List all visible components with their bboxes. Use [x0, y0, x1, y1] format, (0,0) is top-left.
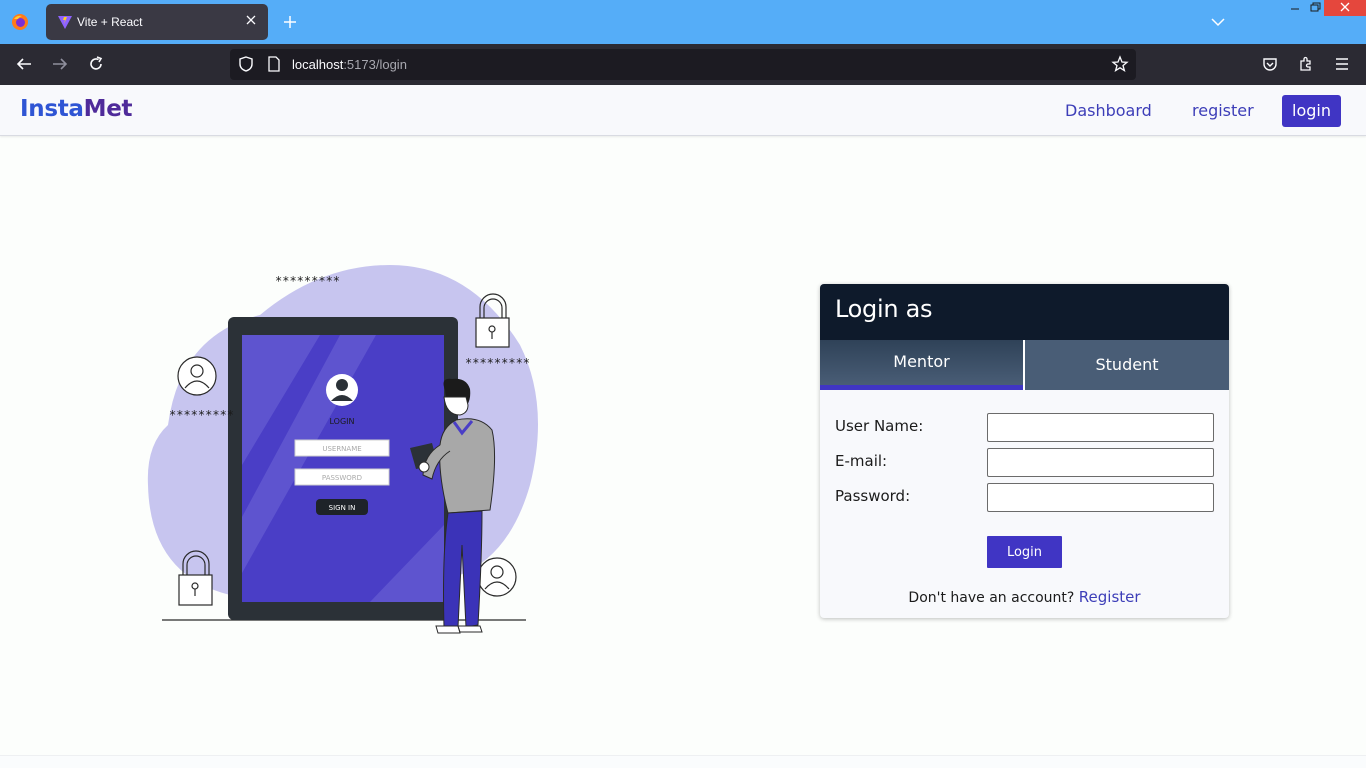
forward-arrow-icon[interactable] [51, 55, 69, 73]
nav-register-link[interactable]: register [1192, 101, 1254, 120]
card-title: Login as [835, 295, 933, 323]
login-illustration: LOGIN USERNAME PASSWORD SIGN IN ********… [147, 265, 539, 634]
mask-top: ********* [275, 274, 340, 288]
tab-mentor[interactable]: Mentor [820, 340, 1023, 390]
nav-login-button[interactable]: login [1282, 95, 1341, 127]
app-header [0, 85, 1366, 136]
page-icon[interactable] [265, 55, 283, 73]
menu-icon[interactable] [1333, 55, 1351, 73]
padlock-icon-top [475, 293, 510, 348]
chevron-down-icon[interactable] [1210, 14, 1226, 30]
new-tab-icon[interactable] [281, 13, 299, 31]
url-text: localhost:5173/login [292, 57, 407, 72]
vite-icon [58, 16, 72, 29]
extensions-icon[interactable] [1297, 55, 1315, 73]
screen-signin-button: SIGN IN [329, 504, 356, 512]
back-arrow-icon[interactable] [15, 55, 33, 73]
firefox-icon[interactable] [11, 13, 29, 31]
user-circle-icon-right [477, 557, 517, 597]
pocket-icon[interactable] [1261, 55, 1279, 73]
register-prompt-text: Don't have an account? [908, 590, 1075, 606]
user-circle-icon-left [177, 356, 217, 396]
nav-dashboard-link[interactable]: Dashboard [1065, 101, 1152, 120]
reload-icon[interactable] [87, 55, 105, 73]
shield-icon[interactable] [237, 55, 255, 73]
restore-window-icon[interactable] [1304, 0, 1326, 16]
email-input[interactable] [987, 448, 1214, 477]
close-window-icon[interactable] [1324, 0, 1366, 16]
bottom-strip [0, 755, 1366, 768]
card-header: Login as [820, 284, 1229, 340]
browser-tab-active[interactable]: Vite + React [46, 4, 268, 40]
register-prompt: Don't have an account? Register [820, 588, 1229, 606]
brand-part2: Met [83, 96, 133, 122]
tab-student[interactable]: Student [1025, 340, 1229, 390]
brand-part1: Insta [20, 96, 84, 122]
star-icon[interactable] [1111, 55, 1129, 73]
mask-right: ********* [465, 356, 530, 370]
screen-username-placeholder: USERNAME [322, 445, 361, 453]
mask-left: ********* [169, 408, 234, 422]
close-tab-icon[interactable] [244, 13, 258, 27]
login-card: Login as Mentor Student User Name: E-mai… [820, 284, 1229, 618]
screen-login-heading: LOGIN [329, 417, 354, 426]
login-submit-button[interactable]: Login [987, 536, 1062, 568]
screen-password-placeholder: PASSWORD [322, 474, 362, 482]
password-input[interactable] [987, 483, 1214, 512]
username-input[interactable] [987, 413, 1214, 442]
brand-logo[interactable]: InstaMet [20, 96, 133, 122]
tab-title: Vite + React [77, 15, 143, 29]
url-host: localhost [292, 57, 344, 72]
register-link[interactable]: Register [1079, 588, 1141, 606]
url-path: :5173/login [343, 57, 407, 72]
username-label: User Name: [835, 417, 924, 435]
minimize-window-icon[interactable] [1284, 0, 1306, 16]
password-label: Password: [835, 487, 911, 505]
email-label: E-mail: [835, 452, 888, 470]
